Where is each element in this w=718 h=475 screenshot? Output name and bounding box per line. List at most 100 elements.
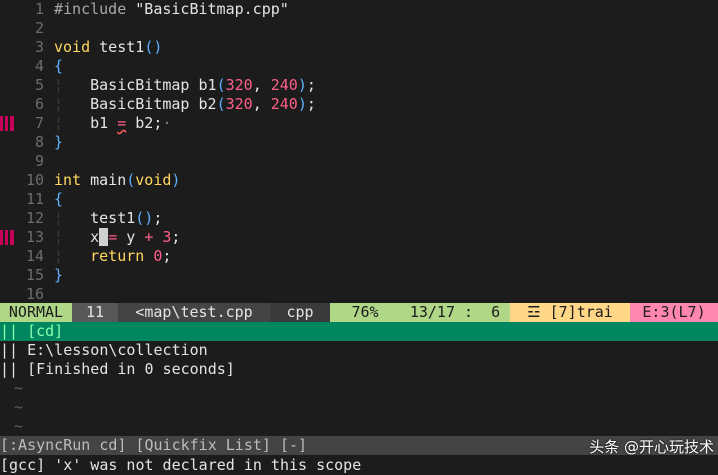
quickfix-line[interactable]: || [Finished in 0 seconds] (0, 360, 718, 379)
code-line[interactable]: 15} (0, 266, 718, 285)
line-number: 1 (34, 0, 44, 18)
code-token: void (135, 171, 172, 189)
code-token: "BasicBitmap.cpp" (135, 0, 289, 18)
code-text[interactable]: ¦ return 0; (54, 247, 171, 266)
code-line[interactable]: 8} (0, 133, 718, 152)
code-token: x (90, 228, 100, 246)
code-line[interactable]: 10 int main(void) (0, 171, 718, 190)
sign-column (0, 114, 18, 133)
code-token: = (108, 228, 118, 246)
code-line[interactable]: 5 ¦ BasicBitmap b1(320, 240); (0, 76, 718, 95)
line-number: 4 (34, 57, 44, 75)
code-line[interactable]: 4{ (0, 57, 718, 76)
code-line[interactable]: 7 ¦ b1 = b2;· (0, 114, 718, 133)
sign-column (0, 285, 18, 304)
watermark: 头条 @开心玩技术 (589, 438, 714, 456)
sign-column (0, 38, 18, 57)
code-line[interactable]: 11 { (0, 190, 718, 209)
line-number: 13 (25, 228, 44, 246)
code-line[interactable]: 9 (0, 152, 718, 171)
code-token: , (252, 76, 271, 94)
code-line[interactable]: 12 ¦ test1(); (0, 209, 718, 228)
line-number: 8 (34, 133, 44, 151)
code-token: ¦ (54, 228, 91, 246)
code-token: b1 (90, 114, 118, 132)
code-token: ¦ (54, 95, 91, 113)
trailing-whitespace-warning: ☲ [7]trai (510, 303, 630, 322)
code-token: y (117, 228, 145, 246)
code-text[interactable]: ¦ BasicBitmap b1(320, 240); (54, 76, 316, 95)
error-count: E:3(L7) (630, 303, 718, 322)
code-line[interactable]: 16 (0, 285, 718, 304)
code-text[interactable]: } (54, 266, 63, 285)
code-text[interactable]: #include "BasicBitmap.cpp" (54, 0, 289, 19)
code-line[interactable]: 6 ¦ BasicBitmap b2(320, 240); (0, 95, 718, 114)
code-text[interactable]: int main(void) (54, 171, 180, 190)
code-text[interactable]: ¦ BasicBitmap b2(320, 240); (54, 95, 316, 114)
mode-indicator: NORMAL (0, 303, 72, 322)
sign-column (0, 57, 18, 76)
code-token: ( (126, 171, 136, 189)
code-token: ( (216, 76, 226, 94)
code-text[interactable]: ¦ test1(); (54, 209, 162, 228)
code-token: ¦ (54, 114, 91, 132)
line-number: 10 (25, 171, 44, 189)
code-token: ¦ (54, 76, 91, 94)
line-number: 7 (34, 114, 44, 132)
code-token: ) (297, 76, 307, 94)
line-number: 11 (25, 190, 44, 208)
code-line[interactable]: 13 ¦ x = y + 3; (0, 228, 718, 247)
quickfix-current-line[interactable]: || [cd] (0, 322, 718, 341)
code-token: + (144, 228, 154, 246)
code-token: 240 (270, 95, 298, 113)
code-token: ) (297, 95, 307, 113)
line-number: 6 (34, 95, 44, 113)
code-token: void (54, 38, 91, 56)
line-number: 15 (25, 266, 44, 284)
code-token: = (117, 114, 127, 132)
code-token: ) (171, 171, 181, 189)
code-text[interactable]: ¦ b1 = b2;· (54, 114, 171, 133)
code-token: () (144, 38, 163, 56)
line-number: 16 (25, 285, 44, 303)
code-text[interactable]: { (54, 190, 63, 209)
code-line[interactable]: 3 void test1() (0, 38, 718, 57)
code-token: BasicBitmap b2 (90, 95, 217, 113)
quickfix-line[interactable]: || E:\lesson\collection (0, 341, 718, 360)
code-token: 320 (225, 76, 253, 94)
code-line[interactable]: 1 #include "BasicBitmap.cpp" (0, 0, 718, 19)
file-type: cpp (286, 303, 314, 321)
code-text[interactable]: void test1() (54, 38, 162, 57)
sign-column (0, 171, 18, 190)
empty-line-tilde: ~ (14, 398, 24, 416)
line-number: 2 (34, 19, 44, 37)
code-token: return (90, 247, 145, 265)
code-token: int (54, 171, 82, 189)
text-cursor (99, 228, 109, 246)
buffer-number: 11 (72, 303, 118, 322)
sign-column (0, 190, 18, 209)
line-number: 5 (34, 76, 44, 94)
sign-column (0, 95, 18, 114)
sign-column (0, 209, 18, 228)
code-token: ; (162, 247, 172, 265)
code-text[interactable]: ¦ x = y + 3; (54, 228, 180, 247)
code-token: { (54, 190, 64, 208)
code-token: ; (153, 209, 163, 227)
code-line[interactable]: 2 (0, 19, 718, 38)
sign-column (0, 0, 18, 19)
code-token: 240 (270, 76, 298, 94)
code-token: ; (306, 76, 316, 94)
editor-buffer[interactable]: 1 #include "BasicBitmap.cpp" 2 3 void test1(… (0, 0, 718, 304)
code-token: 320 (225, 95, 253, 113)
code-line[interactable]: 14 ¦ return 0; (0, 247, 718, 266)
code-text[interactable]: { (54, 57, 63, 76)
code-token: BasicBitmap b1 (90, 76, 217, 94)
command-line-message[interactable]: [gcc] 'x' was not declared in this scope (0, 455, 718, 475)
scroll-percent: 76% (330, 303, 400, 322)
cursor-position: 13/17 : 6 (400, 303, 510, 322)
statusline: NORMAL 11 <map\test.cpp cpp 76% 13/17 : … (0, 303, 718, 322)
code-text[interactable]: } (54, 133, 63, 152)
code-token: ( (216, 95, 226, 113)
